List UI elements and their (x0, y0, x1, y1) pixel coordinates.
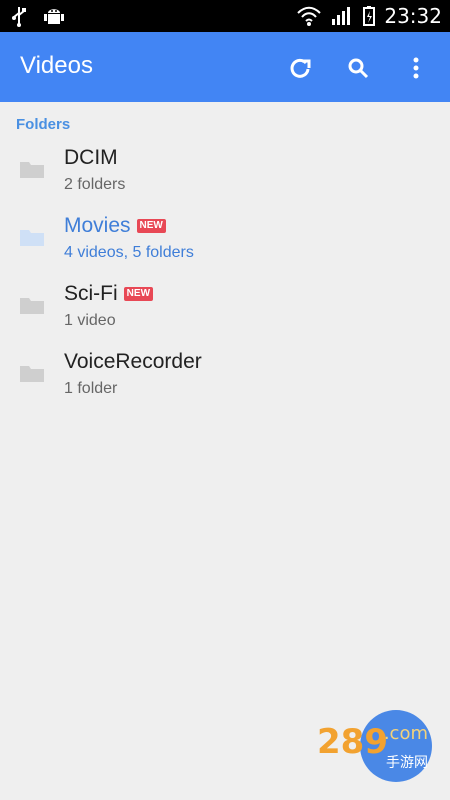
folder-name-wrap: Sci-Fi NEW (64, 282, 154, 306)
folder-icon (20, 366, 44, 382)
refresh-button[interactable] (280, 50, 320, 86)
more-options-button[interactable] (396, 50, 436, 86)
android-debug-icon (44, 9, 64, 24)
status-bar: 23:32 (0, 0, 450, 32)
new-badge: NEW (123, 287, 154, 301)
watermark-logo: 289 (317, 722, 388, 762)
folder-icon (20, 298, 44, 314)
usb-icon (12, 7, 26, 27)
folder-name-wrap: DCIM (64, 146, 118, 170)
page-title: Videos (20, 52, 93, 79)
folder-name: DCIM (64, 146, 118, 169)
status-left (10, 5, 66, 27)
status-time: 23:32 (384, 4, 442, 28)
folder-row-movies[interactable]: Movies NEW 4 videos, 5 folders (0, 208, 450, 276)
status-right: 23:32 (296, 4, 442, 28)
search-icon (348, 58, 369, 79)
section-header-folders: Folders (16, 116, 71, 133)
battery-charging-icon (363, 6, 376, 26)
refresh-icon (290, 58, 311, 78)
folder-name-wrap: VoiceRecorder (64, 350, 202, 374)
folder-subtitle: 2 folders (64, 176, 126, 193)
folder-name: Sci-Fi (64, 282, 118, 305)
folder-row-sci-fi[interactable]: Sci-Fi NEW 1 video (0, 276, 450, 344)
folder-subtitle: 4 videos, 5 folders (64, 244, 194, 261)
new-badge: NEW (136, 219, 166, 233)
folder-subtitle: 1 video (64, 312, 116, 329)
folder-name-wrap: Movies NEW (64, 214, 166, 238)
folder-row-dcim[interactable]: DCIM 2 folders (0, 140, 450, 208)
folder-icon (20, 230, 44, 246)
folder-subtitle: 1 folder (64, 380, 118, 397)
folder-list: DCIM 2 folders Movies NEW 4 videos, 5 fo… (0, 140, 450, 412)
folder-name: VoiceRecorder (64, 350, 202, 373)
watermark-cn: 手游网 (386, 755, 428, 771)
signal-icon (332, 7, 351, 25)
app-bar-actions (262, 50, 436, 86)
app-bar: Videos (0, 32, 450, 102)
more-vert-icon (413, 57, 419, 79)
folder-icon (20, 162, 44, 178)
watermark-com: .com (383, 723, 428, 744)
folder-name: Movies (64, 214, 131, 237)
wifi-icon (297, 6, 322, 26)
search-button[interactable] (338, 50, 378, 86)
folder-row-voicerecorder[interactable]: VoiceRecorder 1 folder (0, 344, 450, 412)
